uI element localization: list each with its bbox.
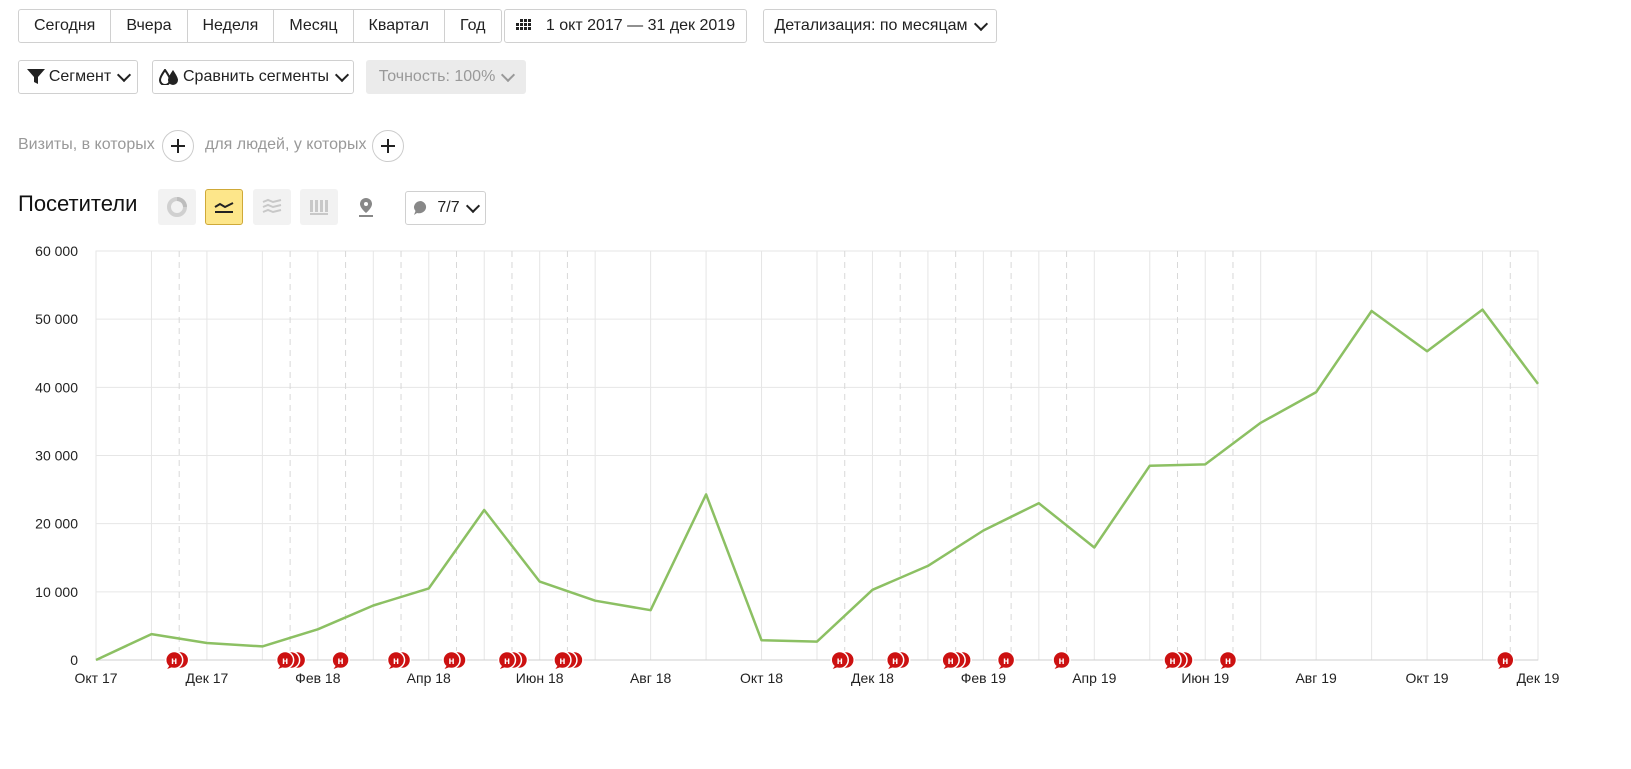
note-marker-label: н — [1059, 656, 1065, 667]
note-marker-label: н — [338, 656, 344, 667]
x-tick-label: Дек 19 — [1517, 670, 1560, 686]
note-marker-label: н — [504, 656, 510, 667]
note-marker-label: н — [1502, 656, 1508, 667]
x-tick-label: Июн 18 — [516, 670, 564, 686]
note-marker-label: н — [448, 656, 454, 667]
x-tick-label: Фев 18 — [295, 670, 341, 686]
note-marker-label: н — [892, 656, 898, 667]
y-tick-label: 30 000 — [35, 448, 78, 464]
x-tick-label: Авг 18 — [630, 670, 672, 686]
x-tick-label: Апр 19 — [1072, 670, 1116, 686]
note-marker-label: н — [1003, 656, 1009, 667]
x-tick-label: Окт 19 — [1406, 670, 1449, 686]
visitors-line-chart: 0 10 000 20 000 30 000 40 000 50 000 60 000 Окт… — [35, 243, 1560, 686]
y-tick-label: 0 — [70, 652, 78, 668]
x-tick-label: Окт 17 — [74, 670, 117, 686]
note-marker-label: н — [393, 656, 399, 667]
note-marker-label: н — [171, 656, 177, 667]
x-tick-label: Окт 18 — [740, 670, 783, 686]
x-tick-label: Авг 19 — [1295, 670, 1337, 686]
y-tick-label: 50 000 — [35, 311, 78, 327]
y-tick-label: 40 000 — [35, 379, 78, 395]
note-marker-label: н — [1169, 656, 1175, 667]
x-tick-label: Июн 19 — [1181, 670, 1229, 686]
x-tick-label: Дек 17 — [185, 670, 228, 686]
note-marker-label: н — [559, 656, 565, 667]
y-tick-label: 10 000 — [35, 584, 78, 600]
note-marker-label: н — [948, 656, 954, 667]
note-marker-label: н — [282, 656, 288, 667]
note-marker-label: н — [1225, 656, 1231, 667]
x-tick-label: Апр 18 — [407, 670, 451, 686]
x-tick-label: Дек 18 — [851, 670, 894, 686]
y-tick-label: 60 000 — [35, 243, 78, 259]
note-marker-label: н — [837, 656, 843, 667]
x-tick-label: Фев 19 — [961, 670, 1007, 686]
y-tick-label: 20 000 — [35, 516, 78, 532]
